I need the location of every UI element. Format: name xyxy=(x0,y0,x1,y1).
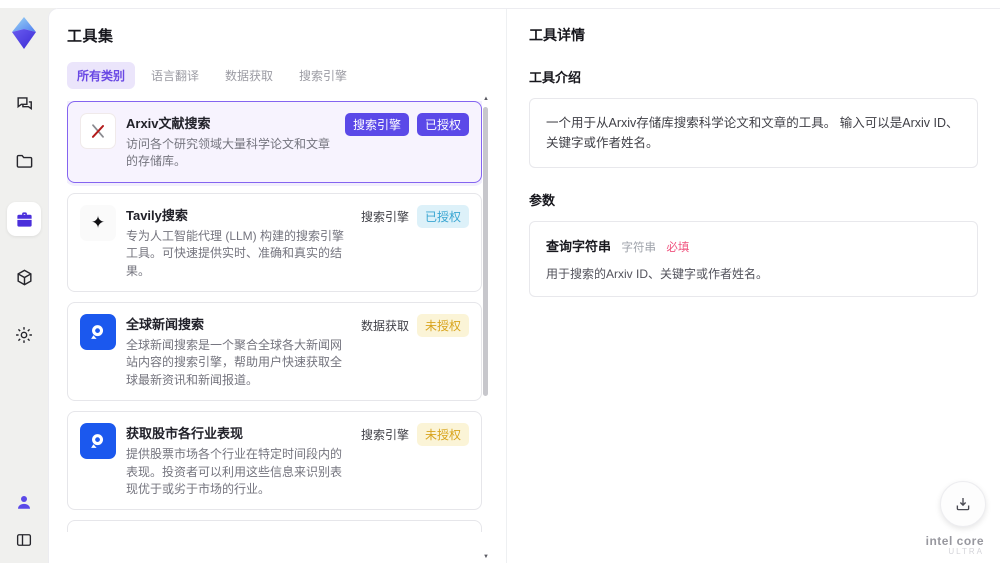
tool-card[interactable]: ✦ Tavily搜索 专为人工智能代理 (LLM) 构建的搜索引擎工具。可快速提… xyxy=(67,192,482,292)
arxiv-icon xyxy=(92,124,104,138)
gear-icon xyxy=(16,327,32,343)
intro-text: 一个用于从Arxiv存储库搜索科学论文和文章的工具。 输入可以是Arxiv ID… xyxy=(546,116,959,150)
tab-category[interactable]: 搜索引擎 xyxy=(289,62,357,89)
auth-status-badge: 未授权 xyxy=(416,313,469,337)
intro-box: 一个用于从Arxiv存储库搜索科学论文和文章的工具。 输入可以是Arxiv ID… xyxy=(529,98,978,168)
list-scrollbar[interactable]: ▲ ▼ xyxy=(482,95,490,561)
folder-icon xyxy=(16,154,32,168)
scroll-up-icon[interactable]: ▲ xyxy=(482,95,490,103)
tavily-icon: ✦ xyxy=(90,213,106,233)
category-badge: 搜索引擎 xyxy=(360,428,409,443)
briefcase-icon xyxy=(16,211,32,227)
app-window: 工具集 所有类别 语言翻译 数据获取 搜索引擎 Arxiv文献搜索 访问各个研究领域大… xyxy=(0,0,1000,563)
tool-card-title: 全球新闻搜索 xyxy=(126,316,205,332)
sidebar-item-tools[interactable] xyxy=(7,202,41,236)
sidebar-item-chat[interactable] xyxy=(7,86,41,120)
panel-icon xyxy=(16,534,32,546)
tool-card-desc: 访问各个研究领域大量科学论文和文章的存储库。 xyxy=(126,137,331,169)
tool-card[interactable]: 获取市场最活跃股票信息 提供当天交易量最高的股票列表，投资者可以利用这些信息来识… xyxy=(67,520,482,532)
tab-active[interactable]: 所有类别 xyxy=(67,62,136,89)
news-search-icon xyxy=(91,325,104,339)
tool-card-title: 获取股市各行业表现 xyxy=(126,426,244,442)
param-desc: 用于搜索的Arxiv ID、关键字或作者姓名。 xyxy=(546,267,769,281)
param-name: 查询字符串 xyxy=(546,239,612,254)
sidebar-item-profile[interactable] xyxy=(7,489,41,515)
sidebar-item-settings[interactable] xyxy=(7,318,41,352)
detail-title: 工具详情 xyxy=(529,27,585,43)
param-box: 查询字符串 字符串 必填 用于搜索的Arxiv ID、关键字或作者姓名。 xyxy=(529,221,978,297)
tool-card-desc: 全球新闻搜索是一个聚合全球各大新闻网站内容的搜索引擎，帮助用户快速获取全球最新资… xyxy=(126,337,343,387)
page-title: 工具集 xyxy=(67,28,114,45)
param-type: 字符串 xyxy=(621,242,656,254)
scroll-down-icon[interactable]: ▼ xyxy=(482,553,490,561)
params-heading: 参数 xyxy=(529,193,556,208)
sidebar-item-files[interactable] xyxy=(7,144,41,178)
tool-list-panel: 工具集 所有类别 语言翻译 数据获取 搜索引擎 Arxiv文献搜索 访问各个研究领域大… xyxy=(49,9,506,563)
auth-status-badge: 已授权 xyxy=(416,113,469,136)
news-search-icon xyxy=(91,434,104,448)
user-icon xyxy=(18,496,30,509)
category-badge: 搜索引擎 xyxy=(360,209,409,224)
tab-category[interactable]: 语言翻译 xyxy=(141,62,209,89)
tool-card[interactable]: 获取股市各行业表现 提供股票市场各个行业在特定时间段内的表现。投资者可以利用这些… xyxy=(67,411,482,511)
scrollbar-thumb[interactable] xyxy=(483,107,488,396)
chat-icon xyxy=(16,96,32,110)
param-header: 查询字符串 字符串 必填 xyxy=(546,236,961,256)
download-button[interactable] xyxy=(940,481,986,527)
tool-card-desc: 专为人工智能代理 (LLM) 构建的搜索引擎工具。可快速提供实时、准确和真实的结… xyxy=(126,228,345,278)
category-badge: 搜索引擎 xyxy=(344,113,409,136)
auth-status-badge: 未授权 xyxy=(416,423,469,447)
tool-card[interactable]: Arxiv文献搜索 访问各个研究领域大量科学论文和文章的存储库。 搜索引擎 已授权 xyxy=(67,101,482,183)
intel-core-logo: intel core ultra xyxy=(925,534,984,557)
tool-card-list: Arxiv文献搜索 访问各个研究领域大量科学论文和文章的存储库。 搜索引擎 已授权… xyxy=(67,101,482,532)
category-badge: 数据获取 xyxy=(360,318,409,333)
tab-category[interactable]: 数据获取 xyxy=(215,62,283,89)
auth-status-badge: 已授权 xyxy=(416,204,469,228)
app-logo xyxy=(12,17,36,49)
tool-card-desc: 提供股票市场各个行业在特定时间段内的表现。投资者可以利用这些信息来识别表现优于或… xyxy=(126,447,343,496)
tool-card[interactable]: 全球新闻搜索 全球新闻搜索是一个聚合全球各大新闻网站内容的搜索引擎，帮助用户快速… xyxy=(67,301,482,402)
sidebar-item-models[interactable] xyxy=(7,260,41,294)
package-icon xyxy=(16,269,32,285)
intro-heading: 工具介绍 xyxy=(529,70,582,85)
param-required-badge: 必填 xyxy=(666,242,690,254)
tool-card-title: Arxiv文献搜索 xyxy=(126,116,211,131)
main-content: 工具集 所有类别 语言翻译 数据获取 搜索引擎 Arxiv文献搜索 访问各个研究领域大… xyxy=(48,8,1000,563)
tool-card-title: Tavily搜索 xyxy=(126,207,188,223)
sidebar-item-collapse[interactable] xyxy=(7,527,41,553)
category-tabs: 所有类别 语言翻译 数据获取 搜索引擎 xyxy=(67,62,506,89)
tool-detail-panel: 工具详情 工具介绍 一个用于从Arxiv存储库搜索科学论文和文章的工具。 输入可… xyxy=(506,9,1000,563)
download-icon xyxy=(956,498,970,511)
